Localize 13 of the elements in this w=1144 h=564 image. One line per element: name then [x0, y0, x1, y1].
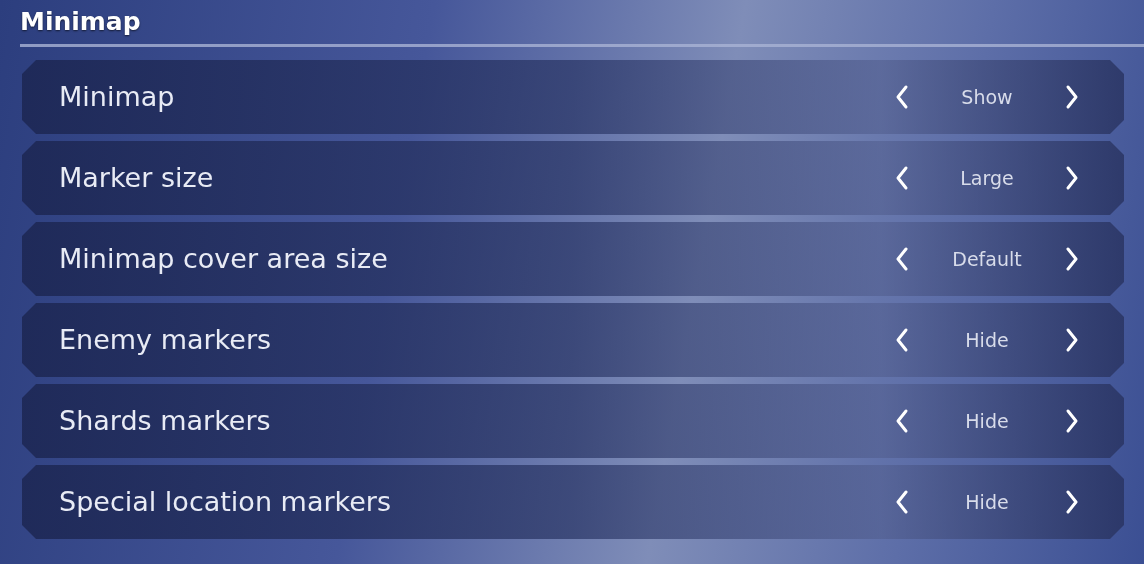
setting-value: Show [960, 84, 1014, 110]
setting-label: Shards markers [58, 403, 272, 438]
setting-label: Marker size [58, 160, 215, 195]
setting-value: Hide [964, 408, 1010, 434]
setting-value: Default [951, 246, 1023, 272]
setting-value: Hide [964, 327, 1010, 353]
setting-label: Enemy markers [58, 322, 273, 357]
setting-label: Special location markers [58, 484, 392, 519]
setting-label: Minimap cover area size [58, 241, 389, 276]
setting-value: Large [959, 165, 1015, 191]
setting-label: Minimap [58, 79, 176, 114]
section-title: Minimap [20, 6, 141, 38]
setting-value: Hide [964, 489, 1010, 515]
